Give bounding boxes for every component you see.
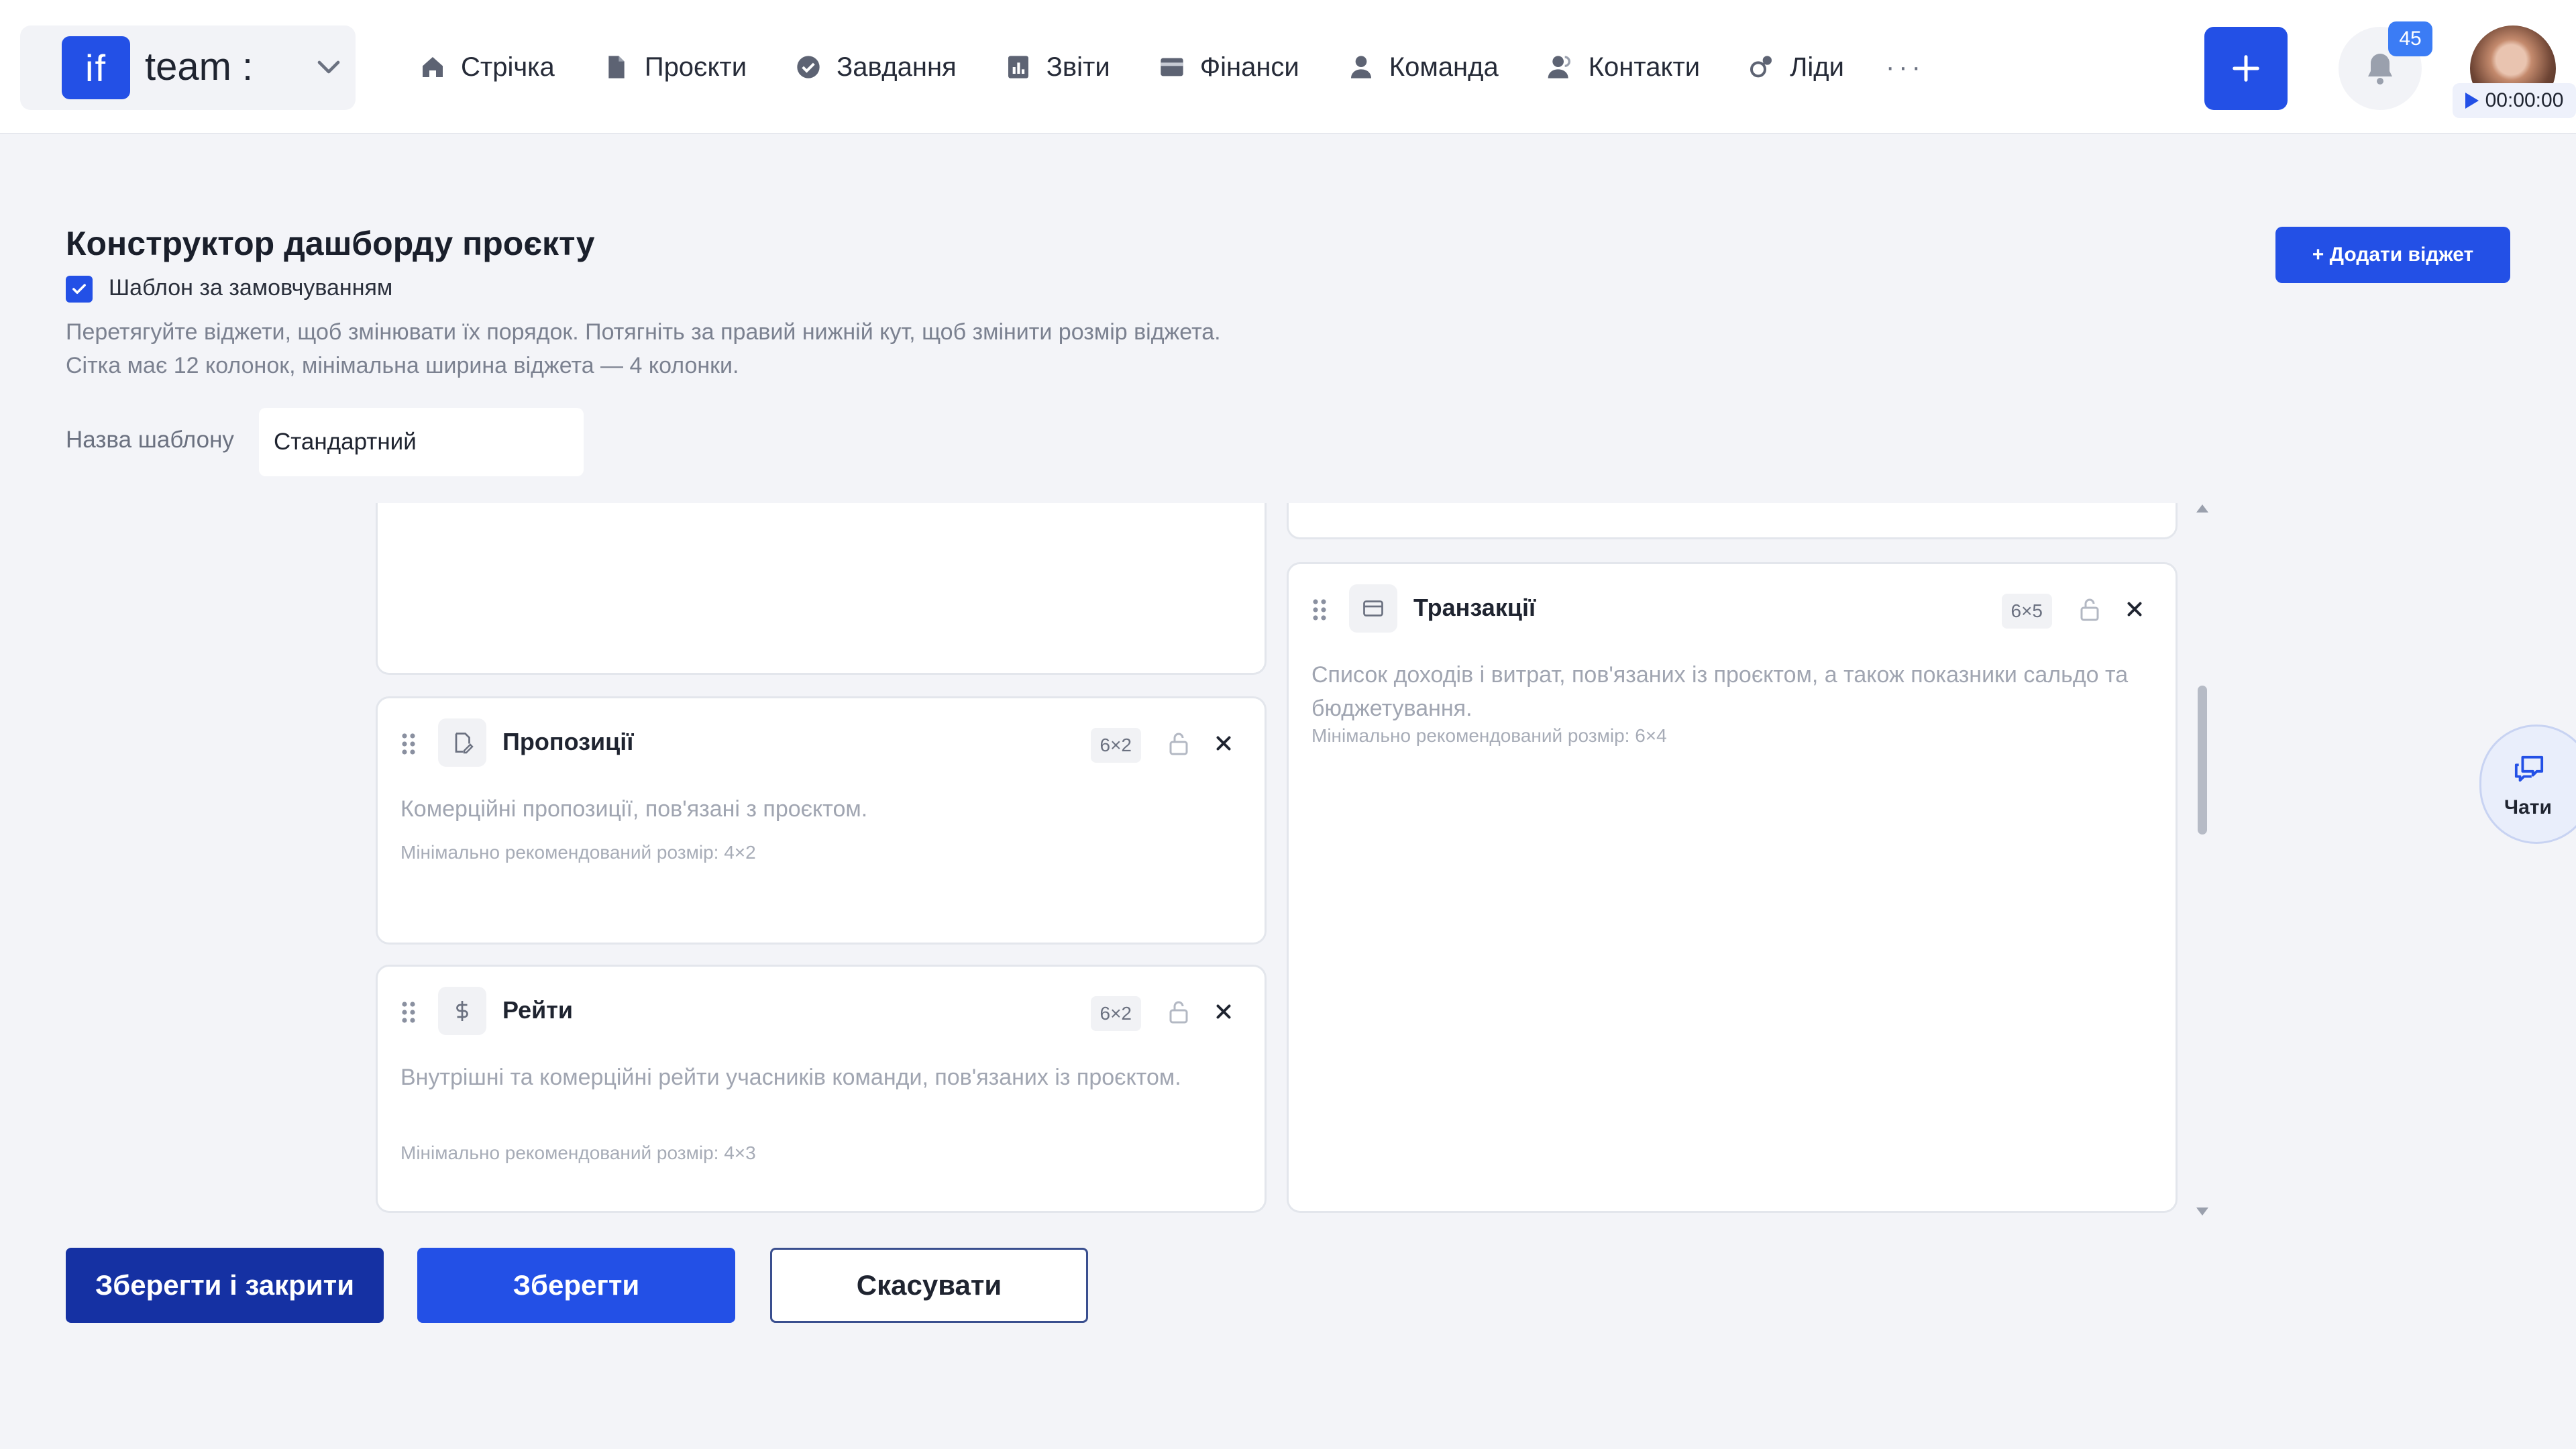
unlock-icon[interactable] <box>1167 999 1191 1026</box>
timer-value: 00:00:00 <box>2485 89 2564 111</box>
widget-min-size: Мінімально рекомендований розмір: 4×2 <box>400 842 756 863</box>
nav-item-reports[interactable]: Звіти <box>1005 40 1110 94</box>
default-template-checkbox[interactable] <box>66 276 93 303</box>
widget-size-badge: 6×2 <box>1090 728 1141 763</box>
add-widget-button[interactable]: + Додати віджет <box>2275 227 2510 283</box>
scroll-up-arrow[interactable] <box>2196 504 2208 513</box>
app-logo: if <box>62 36 130 99</box>
chevron-down-icon[interactable] <box>310 48 347 86</box>
widget-card[interactable] <box>376 503 1267 675</box>
unlock-icon[interactable] <box>1167 731 1191 757</box>
save-and-close-button[interactable]: Зберегти і закрити <box>66 1248 384 1323</box>
drag-handle-icon[interactable] <box>1311 598 1328 622</box>
nav-item-label: Ліди <box>1790 52 1844 82</box>
check-icon <box>72 284 86 294</box>
widget-description: Внутрішні та комерційні рейти учасників … <box>400 1065 1181 1090</box>
widget-min-size: Мінімально рекомендований розмір: 4×3 <box>400 1142 756 1163</box>
play-icon <box>2465 93 2479 109</box>
bell-icon <box>2368 54 2392 85</box>
more-menu-button[interactable]: ··· <box>1886 52 1925 83</box>
team-switcher[interactable]: if team : <box>20 25 356 110</box>
nav-item-label: Завдання <box>837 52 957 82</box>
nav-item-contacts[interactable]: Контакти <box>1547 40 1700 94</box>
main-nav: Стрічка Проєкти Завдання Звіти Фінанси К… <box>419 40 1925 94</box>
nav-item-label: Команда <box>1389 52 1499 82</box>
contacts-icon <box>1548 56 1570 78</box>
user-icon <box>1350 56 1371 78</box>
widget-description: Список доходів і витрат, пов'язаних із п… <box>1311 662 2129 721</box>
home-icon <box>423 57 443 77</box>
cancel-button[interactable]: Скасувати <box>770 1248 1088 1323</box>
wallet-icon <box>1161 58 1183 76</box>
unlock-icon[interactable] <box>2078 596 2102 623</box>
leads-icon <box>1750 56 1772 78</box>
scrollbar-thumb[interactable] <box>2198 686 2207 835</box>
widget-description: Комерційні пропозиції, пов'язані з проєк… <box>400 796 868 822</box>
notification-count-badge: 45 <box>2388 21 2432 56</box>
nav-item-label: Звіти <box>1046 52 1110 82</box>
close-icon[interactable] <box>1212 1000 1235 1023</box>
top-bar: if team : Стрічка Проєкти Завдання Звіти… <box>0 0 2576 134</box>
time-tracker[interactable]: 00:00:00 <box>2453 83 2576 118</box>
scroll-down-arrow[interactable] <box>2196 1208 2208 1216</box>
nav-item-label: Фінанси <box>1199 52 1299 82</box>
instructions-text: Перетягуйте віджети, щоб змінювати їх по… <box>66 319 1221 378</box>
nav-item-leads[interactable]: Ліди <box>1748 40 1844 94</box>
dollar-icon <box>438 987 486 1035</box>
chats-label: Чати <box>2504 796 2552 818</box>
template-name-label: Назва шаблону <box>66 427 234 453</box>
nav-item-feed[interactable]: Стрічка <box>419 40 555 94</box>
nav-item-team[interactable]: Команда <box>1348 40 1499 94</box>
chat-icon <box>2514 755 2544 782</box>
file-icon <box>608 56 625 78</box>
nav-item-projects[interactable]: Проєкти <box>603 40 747 94</box>
widget-title: Транзакції <box>1413 594 1536 621</box>
close-icon[interactable] <box>2123 598 2146 621</box>
create-new-button[interactable] <box>2204 27 2288 110</box>
drag-handle-icon[interactable] <box>400 1000 417 1024</box>
team-name: team : <box>145 45 254 89</box>
template-name-input[interactable] <box>259 408 584 476</box>
report-icon <box>1008 56 1028 78</box>
widget-grid[interactable]: Пропозиції 6×2 Комерційні пропозиції, по… <box>362 503 2214 1214</box>
page-title: Конструктор дашборду проєкту <box>66 225 595 262</box>
widget-title: Пропозиції <box>502 728 634 755</box>
widget-title: Рейти <box>502 996 574 1024</box>
nav-item-finance[interactable]: Фінанси <box>1159 40 1299 94</box>
widget-proposals[interactable]: Пропозиції 6×2 Комерційні пропозиції, по… <box>376 696 1267 945</box>
card-icon <box>1349 584 1397 633</box>
widget-size-badge: 6×2 <box>1090 996 1141 1031</box>
chats-button[interactable]: Чати <box>2479 724 2576 844</box>
widget-min-size: Мінімально рекомендований розмір: 6×4 <box>1311 725 1667 746</box>
widget-transactions[interactable]: Транзакції 6×5 Список доходів і витрат, … <box>1287 562 2178 1213</box>
plus-icon <box>2233 55 2259 82</box>
widget-size-badge: 6×5 <box>2001 594 2052 629</box>
proposal-icon <box>438 718 486 767</box>
widget-card[interactable] <box>1287 503 2178 539</box>
check-circle-icon <box>797 56 820 78</box>
default-template-label: Шаблон за замовчуванням <box>109 275 393 301</box>
nav-item-label: Проєкти <box>644 52 747 82</box>
nav-item-tasks[interactable]: Завдання <box>795 40 957 94</box>
nav-item-label: Контакти <box>1588 52 1701 82</box>
close-icon[interactable] <box>1212 732 1235 755</box>
save-button[interactable]: Зберегти <box>417 1248 735 1323</box>
widget-rates[interactable]: Рейти 6×2 Внутрішні та комерційні рейти … <box>376 965 1267 1213</box>
drag-handle-icon[interactable] <box>400 732 417 756</box>
nav-item-label: Стрічка <box>461 52 555 82</box>
